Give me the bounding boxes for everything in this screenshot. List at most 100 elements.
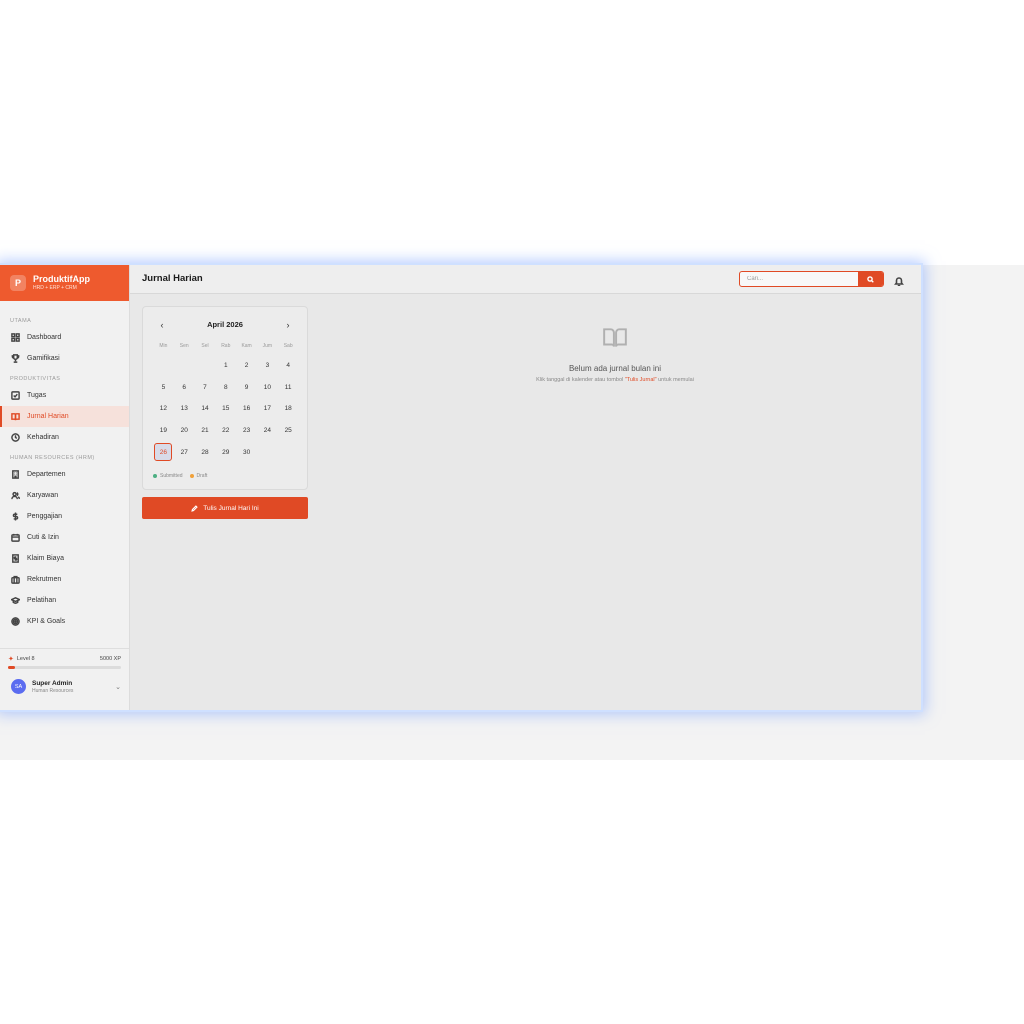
legend-label: Submitted [160, 473, 183, 479]
calendar-day-today[interactable]: 26 [153, 441, 174, 463]
sidebar-item-klaim-biaya[interactable]: Klaim Biaya [0, 548, 129, 569]
write-journal-label: Tulis Jurnal Hari Ini [203, 504, 259, 512]
calendar-day[interactable]: 28 [195, 441, 216, 463]
sidebar-item-label: Gamifikasi [27, 355, 60, 362]
calendar-day[interactable]: 2 [236, 355, 257, 377]
calendar-day[interactable]: 16 [236, 398, 257, 420]
receipt-icon [12, 554, 19, 563]
calendar-day[interactable]: 11 [278, 377, 299, 399]
sidebar-item-karyawan[interactable]: Karyawan [0, 485, 129, 506]
trophy-icon [11, 354, 20, 363]
sidebar-item-departemen[interactable]: Departemen [0, 464, 129, 485]
user-name: Super Admin [32, 679, 73, 687]
sidebar-footer: ✦ Level 8 5000 XP SA Super Admin Human R… [0, 648, 129, 710]
calendar-empty-cell [153, 355, 174, 377]
search-icon [867, 275, 874, 283]
brand-header[interactable]: P ProduktifApp HRD + ERP + CRM [0, 265, 129, 301]
avatar: SA [11, 679, 26, 694]
level-indicator: ✦ Level 8 [8, 655, 35, 663]
brand-subtitle: HRD + ERP + CRM [33, 285, 77, 291]
calendar-day[interactable]: 21 [195, 420, 216, 442]
calendar-day[interactable]: 5 [153, 377, 174, 399]
sidebar-item-penggajian[interactable]: Penggajian [0, 506, 129, 527]
pencil-icon [191, 504, 199, 512]
calendar-day[interactable]: 13 [174, 398, 195, 420]
calendar-day[interactable]: 12 [153, 398, 174, 420]
level-row: ✦ Level 8 5000 XP [0, 649, 129, 663]
search-input[interactable] [740, 272, 865, 286]
sidebar-item-tugas[interactable]: Tugas [0, 385, 129, 406]
calendar-day[interactable]: 14 [195, 398, 216, 420]
empty-desc-after: untuk memulai [656, 377, 694, 383]
calendar-day[interactable]: 1 [215, 355, 236, 377]
calendar-day[interactable]: 24 [257, 420, 278, 442]
nav-section-hrm: HUMAN RESOURCES (HRM) [10, 455, 95, 461]
calendar-day[interactable]: 23 [236, 420, 257, 442]
sidebar: P ProduktifApp HRD + ERP + CRM UTAMA Das… [0, 265, 130, 710]
calendar-week-row: 19 20 21 22 23 24 25 [153, 420, 299, 442]
sparkle-icon: ✦ [8, 656, 14, 663]
sidebar-item-label: Karyawan [27, 492, 59, 499]
calendar-week-row: 1234 [153, 355, 299, 377]
next-month-button[interactable]: › [282, 319, 294, 331]
calendar-day[interactable]: 15 [215, 398, 236, 420]
calendar-day[interactable]: 6 [174, 377, 195, 399]
weekday-label: Kam [241, 343, 252, 349]
write-journal-button[interactable]: Tulis Jurnal Hari Ini [142, 497, 308, 519]
sidebar-item-cuti-izin[interactable]: Cuti & Izin [0, 527, 129, 548]
weekday-label: Sab [283, 343, 293, 349]
search-box [739, 271, 884, 287]
sidebar-item-kpi-goals[interactable]: KPI & Goals [0, 611, 129, 632]
empty-book-icon [320, 325, 910, 356]
calendar-week-row: 12 13 14 15 16 17 18 [153, 398, 299, 420]
brand-logo: P [10, 275, 26, 291]
calendar-day[interactable]: 18 [278, 398, 299, 420]
legend-label: Draft [196, 473, 208, 479]
calendar-day[interactable]: 17 [257, 398, 278, 420]
nav-section-produktivitas: PRODUKTIVITAS [10, 376, 61, 382]
calendar-day[interactable]: 8 [215, 377, 236, 399]
calendar-empty-cell [195, 355, 216, 377]
sidebar-item-label: Penggajian [27, 513, 63, 520]
calendar-day[interactable]: 30 [236, 441, 257, 463]
brand-text: ProduktifApp HRD + ERP + CRM [33, 274, 90, 292]
calendar-day[interactable]: 10 [257, 377, 278, 399]
checkbox-icon [11, 391, 20, 400]
search-button[interactable] [858, 272, 883, 286]
weekday-label: Sel [201, 343, 209, 349]
sidebar-item-rekrutmen[interactable]: Rekrutmen [0, 569, 129, 590]
xp-label: 5000 XP [99, 656, 121, 662]
calendar-day[interactable]: 9 [236, 377, 257, 399]
calendar-day[interactable]: 19 [153, 420, 174, 442]
calendar-day[interactable]: 4 [278, 355, 299, 377]
page-title: Jurnal Harian [142, 273, 203, 284]
users-icon [11, 491, 20, 500]
sidebar-item-gamifikasi[interactable]: Gamifikasi [0, 348, 129, 369]
dollar-icon [12, 512, 19, 521]
calendar-day[interactable]: 20 [174, 420, 195, 442]
legend-dot [153, 474, 157, 478]
calendar-day[interactable]: 7 [195, 377, 216, 399]
calendar-day[interactable]: 22 [215, 420, 236, 442]
sidebar-item-dashboard[interactable]: Dashboard [0, 327, 129, 348]
graduation-cap-icon [11, 597, 20, 604]
app-window: P ProduktifApp HRD + ERP + CRM UTAMA Das… [0, 265, 921, 710]
calendar-day[interactable]: 3 [257, 355, 278, 377]
calendar-day[interactable]: 27 [174, 441, 195, 463]
calendar-week-row: 26 27 28 29 30 [153, 441, 299, 463]
calendar-day-number: 26 [154, 443, 173, 462]
sidebar-item-kehadiran[interactable]: Kehadiran [0, 427, 129, 448]
calendar-header: ‹ April 2026 › [143, 319, 307, 331]
building-icon [12, 470, 19, 479]
calendar-day[interactable]: 25 [278, 420, 299, 442]
calendar-day[interactable]: 29 [215, 441, 236, 463]
chevron-down-icon[interactable]: ⌄ [115, 683, 121, 691]
user-menu[interactable]: SA Super Admin Human Resources ⌄ [0, 669, 129, 694]
empty-state-title: Belum ada jurnal bulan ini [568, 364, 662, 373]
sidebar-item-pelatihan[interactable]: Pelatihan [0, 590, 129, 611]
sidebar-item-jurnal-harian[interactable]: Jurnal Harian [0, 406, 129, 427]
notification-button[interactable] [894, 273, 905, 287]
sidebar-item-label: Dashboard [27, 334, 62, 341]
calendar-icon [11, 533, 20, 542]
briefcase-icon [11, 575, 20, 584]
